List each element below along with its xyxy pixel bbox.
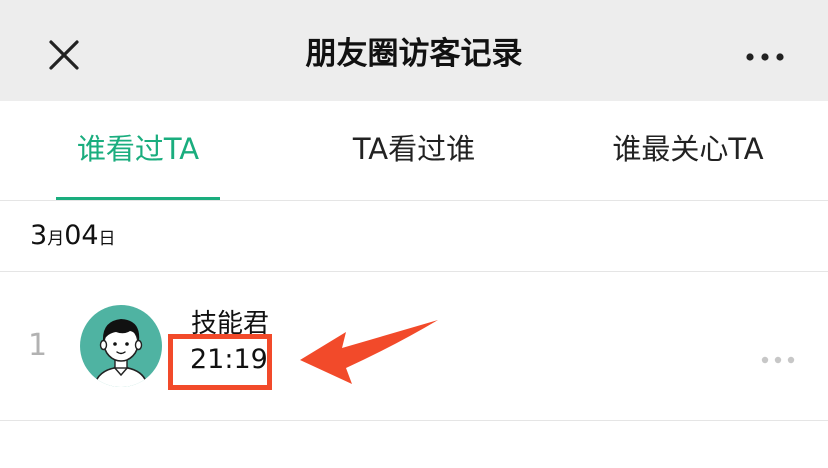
date-month-unit: 月: [47, 229, 65, 249]
row-more-button[interactable]: [758, 352, 798, 366]
date-day: 04: [64, 220, 99, 251]
tabs-divider: [0, 200, 828, 201]
row-divider: [0, 420, 828, 421]
close-button[interactable]: [36, 27, 92, 83]
tab-ta-viewed-who[interactable]: TA看过谁: [316, 101, 512, 200]
visitor-index: 1: [28, 328, 48, 363]
avatar[interactable]: [80, 305, 162, 387]
tab-who-cares-most[interactable]: 谁最关心TA: [590, 101, 786, 200]
time-highlight-box: [168, 334, 272, 390]
date-divider: [0, 271, 828, 272]
page-title: 朋友圈访客记录: [305, 36, 523, 72]
more-dots-icon: [761, 356, 795, 364]
cartoon-avatar-icon: [80, 305, 162, 387]
date-day-unit: 日: [98, 229, 116, 249]
tab-bar: 谁看过TA TA看过谁 谁最关心TA: [0, 101, 828, 201]
more-horizontal-icon: [746, 53, 784, 61]
tab-who-viewed-ta[interactable]: 谁看过TA: [40, 101, 236, 200]
more-button[interactable]: [736, 34, 796, 78]
visitor-record-page: 朋友圈访客记录 谁看过TA TA看过谁 谁最关心TA 3月04日 1 技能君 2…: [0, 0, 828, 468]
close-icon: [49, 40, 79, 70]
header-bar: 朋友圈访客记录: [0, 0, 828, 101]
date-header: 3月04日: [30, 220, 116, 256]
date-month: 3: [30, 220, 48, 251]
red-arrow-icon: [300, 320, 438, 384]
